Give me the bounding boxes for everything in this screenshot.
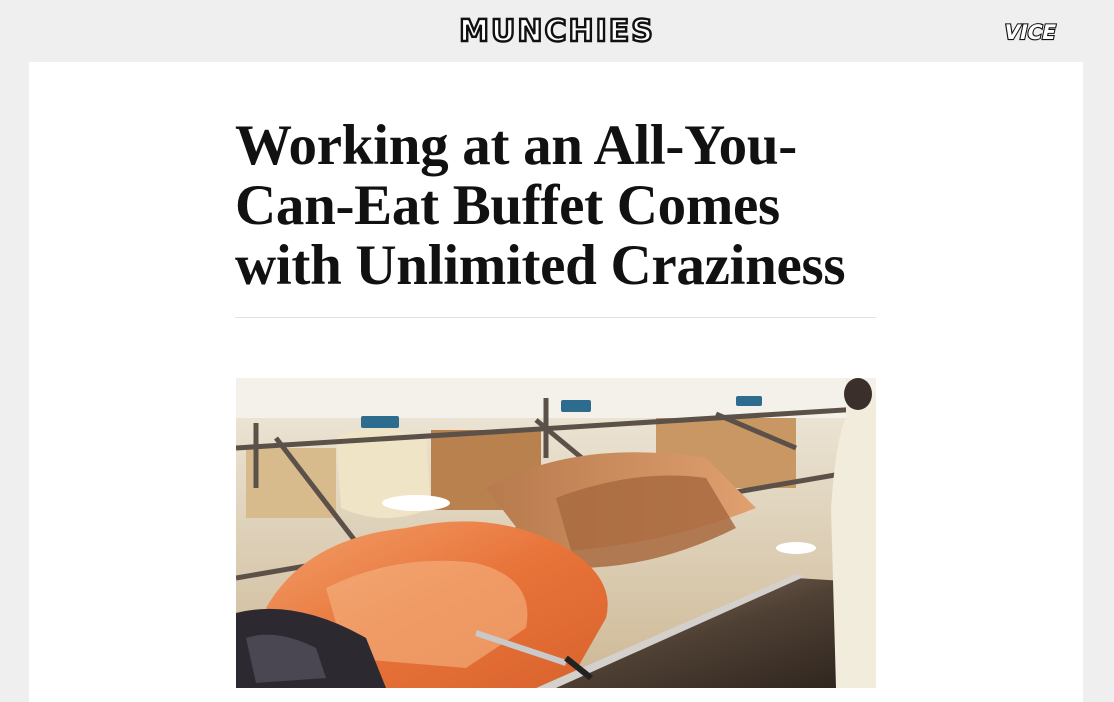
site-header: MUNCHIES VICE bbox=[0, 0, 1114, 62]
article-card: Working at an All-You-Can-Eat Buffet Com… bbox=[29, 62, 1083, 702]
article-headline: Working at an All-You-Can-Eat Buffet Com… bbox=[235, 114, 846, 297]
headline-divider bbox=[235, 317, 876, 318]
svg-text:VICE: VICE bbox=[1003, 21, 1058, 43]
hero-image bbox=[236, 378, 876, 688]
vice-logo[interactable]: VICE bbox=[1003, 21, 1065, 43]
munchies-logo[interactable]: MUNCHIES bbox=[0, 12, 1114, 52]
